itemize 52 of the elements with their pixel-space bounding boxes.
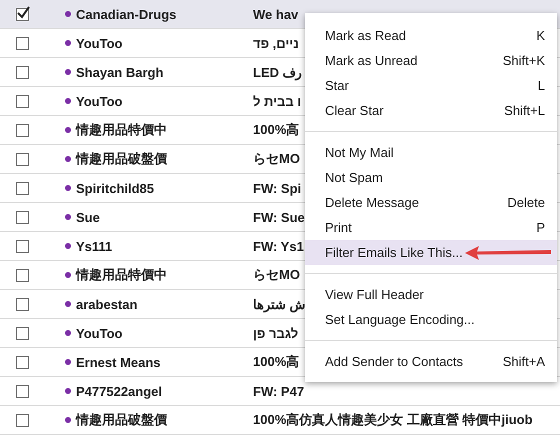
checkbox[interactable] [16, 356, 29, 368]
checkbox[interactable] [16, 384, 29, 398]
checkbox[interactable] [16, 298, 29, 310]
message-subject: らセMO [253, 150, 300, 168]
sender-name: YouToo [76, 94, 124, 108]
checkbox[interactable] [16, 210, 29, 224]
shortcut-label: K [536, 28, 545, 43]
sender-name: arabestan [76, 296, 138, 312]
message-subject: ش شترها [253, 296, 306, 312]
message-subject: ו בבית ל [253, 94, 302, 108]
checkbox[interactable] [16, 326, 29, 340]
checkbox[interactable] [16, 8, 29, 20]
message-subject: We hav [253, 6, 298, 22]
sender-name: 情趣用品破盤價 [76, 150, 168, 168]
checkbox[interactable] [16, 268, 29, 282]
message-row[interactable]: 情趣用品破盤價 100%高仿真人情趣美少女 工廠直營 特價中jiuob [0, 406, 560, 435]
message-subject: FW: Spi [253, 180, 302, 196]
sender-name: Ernest Means [76, 354, 162, 370]
shortcut-label: Shift+A [502, 354, 545, 369]
shortcut-label: Shift+L [504, 103, 545, 118]
message-subject: らセMO [253, 266, 300, 284]
sender-name: Ys111 [76, 238, 114, 254]
sender-name: YouToo [76, 326, 124, 340]
sender-name: Canadian-Drugs [76, 6, 178, 22]
message-subject: לגבר פן [253, 326, 298, 340]
sender-name: Shayan Bargh [76, 64, 164, 80]
sender-name: 情趣用品破盤價 [76, 411, 168, 429]
sender-name: P477522angel [76, 384, 164, 398]
message-subject: FW: Sue [253, 210, 305, 224]
message-subject: 100%高仿真人情趣美少女 工廠直營 特價中jiuob [253, 411, 533, 429]
sender-name: YouToo [76, 36, 124, 50]
message-subject: ניים, פד [253, 36, 299, 50]
sender-name: 情趣用品特價中 [76, 121, 168, 139]
message-subject: FW: Ys1 [253, 238, 304, 254]
menu-item[interactable]: Filter Emails Like This... [305, 240, 557, 265]
checkbox[interactable] [16, 124, 29, 136]
sender-name: Spiritchild85 [76, 180, 156, 196]
checkbox[interactable] [16, 66, 29, 78]
message-subject: LED رف [253, 64, 302, 80]
message-subject: 100%高 [253, 353, 300, 371]
checkbox[interactable] [16, 182, 29, 194]
menu-item[interactable]: Add Sender to Contacts Shift+A [305, 349, 557, 374]
shortcut-label: P [536, 220, 545, 235]
checkbox[interactable] [16, 152, 29, 166]
sender-name: 情趣用品特價中 [76, 266, 168, 284]
sender-name: Sue [76, 210, 101, 224]
message-subject: FW: P47 [253, 384, 304, 398]
checkbox[interactable] [16, 36, 29, 50]
checkbox[interactable] [16, 240, 29, 252]
message-subject: 100%高 [253, 121, 300, 139]
checkbox[interactable] [16, 94, 29, 108]
checkbox[interactable] [16, 414, 29, 426]
